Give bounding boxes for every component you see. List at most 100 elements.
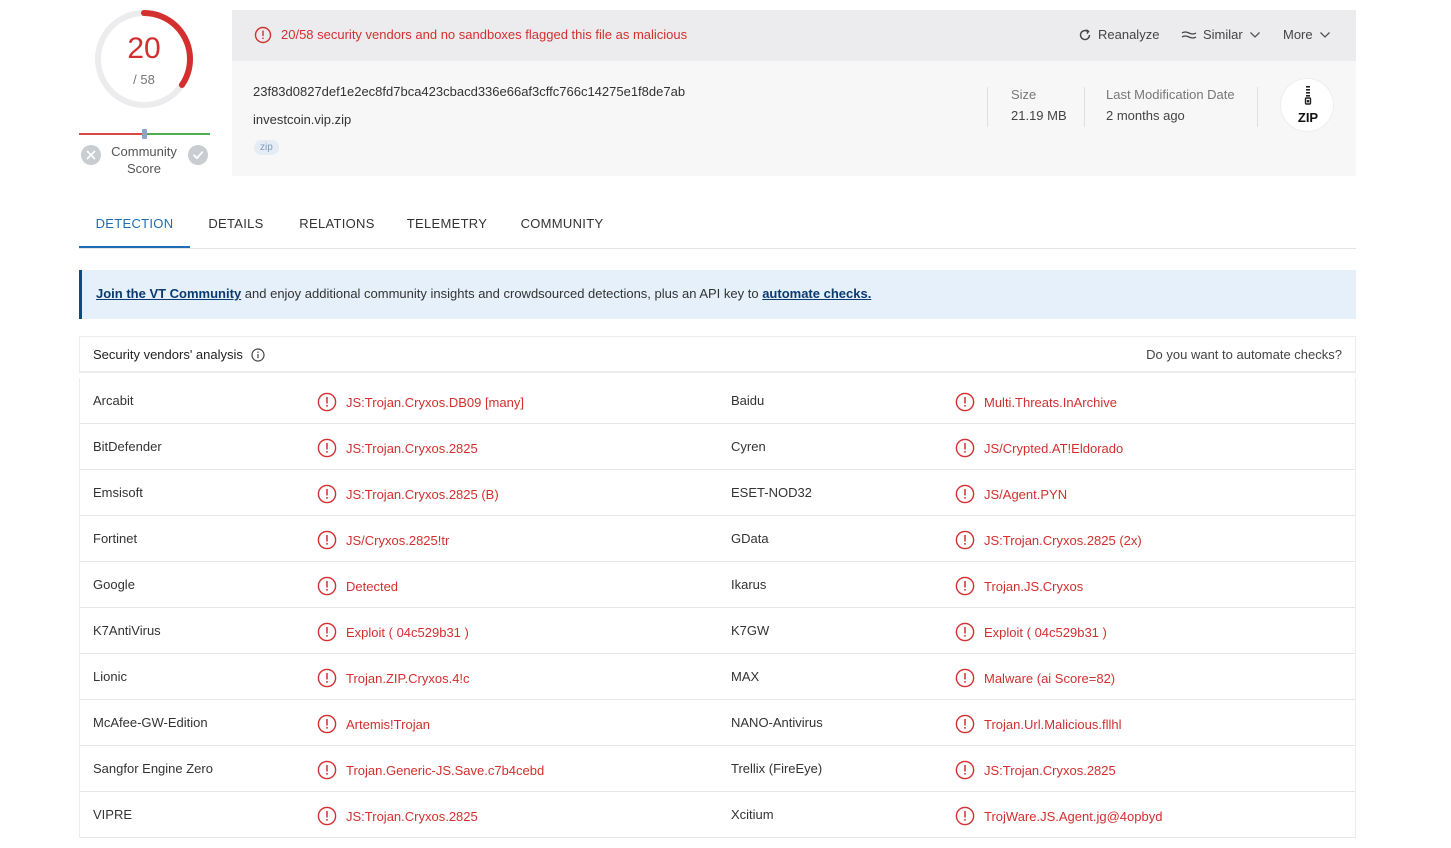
vendor-result[interactable]: Multi.Threats.InArchive	[955, 392, 1117, 412]
vendor-result-label: JS:Trojan.Cryxos.2825 (2x)	[984, 533, 1142, 548]
vendor-result[interactable]: JS/Crypted.AT!Eldorado	[955, 438, 1123, 458]
reanalyze-button[interactable]: Reanalyze	[1078, 27, 1159, 42]
alert-circle-icon	[955, 576, 975, 596]
vote-harmless-button[interactable]	[188, 145, 208, 165]
community-score-marker	[142, 129, 147, 139]
automate-checks-prompt[interactable]: Do you want to automate checks?	[1146, 347, 1342, 362]
vendor-row: Arcabit JS:Trojan.Cryxos.DB09 [many] Bai…	[80, 378, 1355, 424]
tab-detection[interactable]: DETECTION	[79, 203, 190, 248]
vendor-result-label: JS/Agent.PYN	[984, 487, 1068, 502]
alert-circle-icon	[254, 26, 272, 44]
vendor-result[interactable]: Artemis!Trojan	[317, 714, 431, 734]
vendor-result-label: Detected	[346, 579, 399, 594]
last-modification-value: 2 months ago	[1106, 108, 1185, 123]
vendor-result[interactable]: Malware (ai Score=82)	[955, 668, 1116, 688]
alert-circle-icon	[317, 714, 337, 734]
vendor-result-label: TrojWare.JS.Agent.jg@4opbyd	[984, 809, 1163, 824]
vendor-name: Xcitium	[731, 807, 774, 822]
alert-circle-icon	[955, 438, 975, 458]
more-label: More	[1283, 27, 1313, 42]
vendor-name: ESET-NOD32	[731, 485, 812, 500]
vendor-row: Google Detected Ikarus Trojan.JS.Cryxos	[80, 562, 1355, 608]
tab-bar: DETECTION DETAILS RELATIONS TELEMETRY CO…	[79, 203, 1356, 249]
vendor-result[interactable]: Exploit ( 04c529b31 )	[317, 622, 469, 642]
vendor-result-label: Trojan.JS.Cryxos	[984, 579, 1084, 594]
alert-circle-icon	[317, 530, 337, 550]
vendor-result[interactable]: TrojWare.JS.Agent.jg@4opbyd	[955, 806, 1163, 826]
join-community-link[interactable]: Join the VT Community	[96, 286, 241, 301]
alert-circle-icon	[955, 484, 975, 504]
size-label: Size	[1011, 87, 1037, 102]
vendors-header: Security vendors' analysis Do you want t…	[79, 336, 1356, 373]
vendor-name: Trellix (FireEye)	[731, 761, 823, 776]
vendor-result[interactable]: Trojan.ZIP.Cryxos.4!c	[317, 668, 470, 688]
vendor-result-label: Malware (ai Score=82)	[984, 671, 1116, 686]
automate-checks-link[interactable]: automate checks.	[762, 286, 871, 301]
info-icon[interactable]	[251, 347, 265, 362]
vendors-table: Arcabit JS:Trojan.Cryxos.DB09 [many] Bai…	[79, 378, 1356, 838]
vendor-row: Fortinet JS/Cryxos.2825!tr GData JS:Troj…	[80, 516, 1355, 562]
vendor-result[interactable]: JS:Trojan.Cryxos.2825	[955, 760, 1116, 780]
detection-alert-text: 20/58 security vendors and no sandboxes …	[281, 27, 688, 42]
check-icon	[193, 151, 204, 160]
vendor-row: Sangfor Engine Zero Trojan.Generic-JS.Sa…	[80, 746, 1355, 792]
vendor-name: Sangfor Engine Zero	[93, 761, 213, 776]
alert-circle-icon	[955, 806, 975, 826]
community-score-bar	[79, 129, 210, 139]
vendor-result[interactable]: Trojan.Generic-JS.Save.c7b4cebd	[317, 760, 544, 780]
vendor-result[interactable]: JS:Trojan.Cryxos.2825	[317, 806, 478, 826]
vendor-row: Lionic Trojan.ZIP.Cryxos.4!c MAX Malware…	[80, 654, 1355, 700]
tab-telemetry[interactable]: TELEMETRY	[401, 203, 493, 248]
divider	[1084, 87, 1085, 127]
vendor-result[interactable]: JS:Trojan.Cryxos.2825	[317, 438, 478, 458]
file-hash[interactable]: 23f83d0827def1e2ec8fd7bca423cbacd336e66a…	[253, 84, 685, 99]
vendor-result[interactable]: Exploit ( 04c529b31 )	[955, 622, 1107, 642]
alert-circle-icon	[317, 576, 337, 596]
alert-circle-icon	[317, 760, 337, 780]
vendor-result[interactable]: JS:Trojan.Cryxos.2825 (B)	[317, 484, 499, 504]
vendor-row: McAfee-GW-Edition Artemis!Trojan NANO-An…	[80, 700, 1355, 746]
vendor-result[interactable]: JS/Agent.PYN	[955, 484, 1068, 504]
detection-total: / 58	[133, 72, 155, 87]
community-score-label-line1: Community	[111, 144, 177, 159]
vendor-result-label: Exploit ( 04c529b31 )	[984, 625, 1107, 640]
file-info-panel: 23f83d0827def1e2ec8fd7bca423cbacd336e66a…	[232, 61, 1356, 176]
banner-middle-text: and enjoy additional community insights …	[241, 286, 763, 301]
community-score-label: Community Score	[100, 143, 188, 177]
more-button[interactable]: More	[1283, 27, 1331, 42]
vendor-result[interactable]: Trojan.JS.Cryxos	[955, 576, 1084, 596]
file-tag[interactable]: zip	[254, 140, 279, 155]
vendor-name: Arcabit	[93, 393, 134, 408]
community-positive-bar	[145, 133, 210, 135]
vendor-name: Cyren	[731, 439, 766, 454]
similar-button[interactable]: Similar	[1181, 27, 1261, 42]
vendor-row: BitDefender JS:Trojan.Cryxos.2825 Cyren …	[80, 424, 1355, 470]
vendor-row: VIPRE JS:Trojan.Cryxos.2825 Xcitium Troj…	[80, 792, 1355, 838]
vendor-name: Ikarus	[731, 577, 767, 592]
community-banner-text: Join the VT Community and enjoy addition…	[96, 286, 871, 301]
vendor-result[interactable]: JS/Cryxos.2825!tr	[317, 530, 449, 550]
vendor-result[interactable]: Trojan.Url.Malicious.fllhl	[955, 714, 1122, 734]
alert-circle-icon	[317, 484, 337, 504]
vendor-result-label: JS:Trojan.Cryxos.DB09 [many]	[346, 395, 524, 410]
chevron-down-icon	[1319, 31, 1330, 38]
vendor-result-label: Trojan.ZIP.Cryxos.4!c	[346, 671, 470, 686]
community-banner: Join the VT Community and enjoy addition…	[79, 270, 1356, 319]
tab-relations[interactable]: RELATIONS	[291, 203, 383, 248]
vendor-name: McAfee-GW-Edition	[93, 715, 208, 730]
vendor-name: BitDefender	[93, 439, 162, 454]
alert-circle-icon	[955, 622, 975, 642]
tab-details[interactable]: DETAILS	[196, 203, 276, 248]
vendor-result-label: Artemis!Trojan	[346, 717, 431, 732]
vendor-result[interactable]: JS:Trojan.Cryxos.DB09 [many]	[317, 392, 524, 412]
vote-harmful-button[interactable]	[81, 145, 101, 165]
detection-count: 20	[127, 32, 161, 65]
vendor-name: K7AntiVirus	[93, 623, 161, 638]
vendor-result[interactable]: JS:Trojan.Cryxos.2825 (2x)	[955, 530, 1142, 550]
alert-circle-icon	[317, 806, 337, 826]
tab-community[interactable]: COMMUNITY	[513, 203, 611, 248]
vendor-result[interactable]: Detected	[317, 576, 399, 596]
vendor-name: Emsisoft	[93, 485, 143, 500]
vendor-name: Lionic	[93, 669, 127, 684]
community-score-label-line2: Score	[127, 161, 161, 176]
